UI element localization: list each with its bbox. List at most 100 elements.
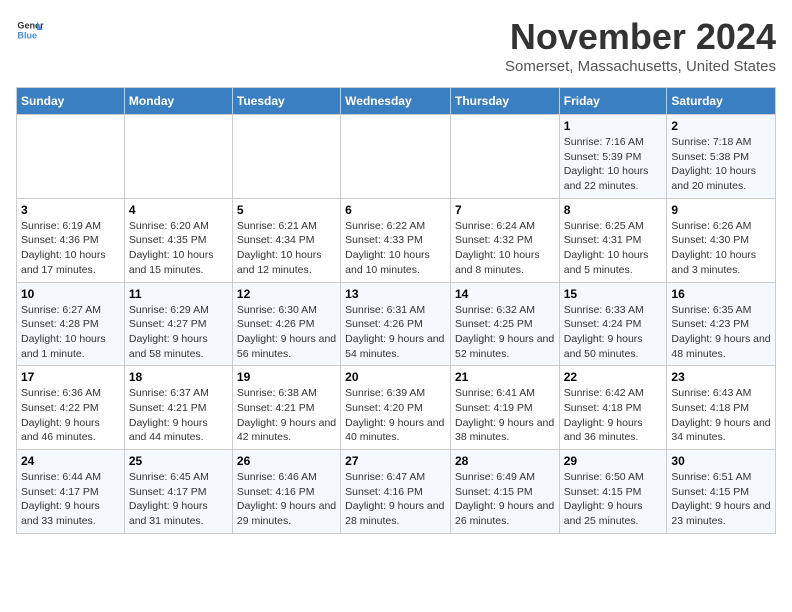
- day-info: Sunrise: 6:26 AM Sunset: 4:30 PM Dayligh…: [671, 219, 771, 278]
- day-info: Sunrise: 6:45 AM Sunset: 4:17 PM Dayligh…: [129, 470, 228, 529]
- table-row: 28 Sunrise: 6:49 AM Sunset: 4:15 PM Dayli…: [450, 450, 559, 534]
- day-number: 15: [564, 287, 663, 301]
- day-number: 28: [455, 454, 555, 468]
- table-row: 23 Sunrise: 6:43 AM Sunset: 4:18 PM Dayli…: [667, 366, 776, 450]
- table-row: [450, 115, 559, 199]
- day-number: 22: [564, 370, 663, 384]
- day-info: Sunrise: 6:36 AM Sunset: 4:22 PM Dayligh…: [21, 386, 120, 445]
- day-info: Sunrise: 6:49 AM Sunset: 4:15 PM Dayligh…: [455, 470, 555, 529]
- calendar-week-row: 17 Sunrise: 6:36 AM Sunset: 4:22 PM Dayli…: [17, 366, 776, 450]
- logo: General Blue: [16, 16, 44, 44]
- day-number: 3: [21, 203, 120, 217]
- day-number: 19: [237, 370, 336, 384]
- day-number: 29: [564, 454, 663, 468]
- day-number: 16: [671, 287, 771, 301]
- calendar-week-row: 3Sunrise: 6:19 AM Sunset: 4:36 PM Daylig…: [17, 198, 776, 282]
- table-row: 9 Sunrise: 6:26 AM Sunset: 4:30 PM Daylig…: [667, 198, 776, 282]
- day-info: Sunrise: 6:42 AM Sunset: 4:18 PM Dayligh…: [564, 386, 663, 445]
- day-number: 10: [21, 287, 120, 301]
- day-number: 23: [671, 370, 771, 384]
- header-wednesday: Wednesday: [341, 88, 451, 115]
- day-info: Sunrise: 6:44 AM Sunset: 4:17 PM Dayligh…: [21, 470, 120, 529]
- day-number: 7: [455, 203, 555, 217]
- day-number: 25: [129, 454, 228, 468]
- table-row: [124, 115, 232, 199]
- day-info: Sunrise: 6:20 AM Sunset: 4:35 PM Dayligh…: [129, 219, 228, 278]
- table-row: 30Sunrise: 6:51 AM Sunset: 4:15 PM Dayli…: [667, 450, 776, 534]
- location-subtitle: Somerset, Massachusetts, United States: [505, 58, 776, 75]
- logo-icon: General Blue: [16, 16, 44, 44]
- day-info: Sunrise: 6:51 AM Sunset: 4:15 PM Dayligh…: [671, 470, 771, 529]
- table-row: 4 Sunrise: 6:20 AM Sunset: 4:35 PM Daylig…: [124, 198, 232, 282]
- calendar-week-row: 1 Sunrise: 7:16 AM Sunset: 5:39 PM Daylig…: [17, 115, 776, 199]
- svg-text:Blue: Blue: [17, 30, 37, 40]
- day-info: Sunrise: 6:31 AM Sunset: 4:26 PM Dayligh…: [345, 303, 446, 362]
- day-number: 18: [129, 370, 228, 384]
- title-section: November 2024 Somerset, Massachusetts, U…: [505, 16, 776, 75]
- table-row: 16 Sunrise: 6:35 AM Sunset: 4:23 PM Dayli…: [667, 282, 776, 366]
- day-number: 5: [237, 203, 336, 217]
- table-row: 10 Sunrise: 6:27 AM Sunset: 4:28 PM Dayli…: [17, 282, 125, 366]
- calendar-week-row: 24 Sunrise: 6:44 AM Sunset: 4:17 PM Dayli…: [17, 450, 776, 534]
- month-title: November 2024: [505, 16, 776, 58]
- table-row: 2Sunrise: 7:18 AM Sunset: 5:38 PM Daylig…: [667, 115, 776, 199]
- day-info: Sunrise: 6:27 AM Sunset: 4:28 PM Dayligh…: [21, 303, 120, 362]
- day-number: 13: [345, 287, 446, 301]
- day-info: Sunrise: 6:39 AM Sunset: 4:20 PM Dayligh…: [345, 386, 446, 445]
- table-row: 5 Sunrise: 6:21 AM Sunset: 4:34 PM Daylig…: [232, 198, 340, 282]
- day-info: Sunrise: 7:16 AM Sunset: 5:39 PM Dayligh…: [564, 135, 663, 194]
- day-info: Sunrise: 6:50 AM Sunset: 4:15 PM Dayligh…: [564, 470, 663, 529]
- day-number: 11: [129, 287, 228, 301]
- day-info: Sunrise: 6:38 AM Sunset: 4:21 PM Dayligh…: [237, 386, 336, 445]
- header-saturday: Saturday: [667, 88, 776, 115]
- day-info: Sunrise: 6:25 AM Sunset: 4:31 PM Dayligh…: [564, 219, 663, 278]
- day-number: 27: [345, 454, 446, 468]
- day-info: Sunrise: 6:30 AM Sunset: 4:26 PM Dayligh…: [237, 303, 336, 362]
- day-info: Sunrise: 6:32 AM Sunset: 4:25 PM Dayligh…: [455, 303, 555, 362]
- day-info: Sunrise: 6:37 AM Sunset: 4:21 PM Dayligh…: [129, 386, 228, 445]
- day-number: 12: [237, 287, 336, 301]
- table-row: 27 Sunrise: 6:47 AM Sunset: 4:16 PM Dayli…: [341, 450, 451, 534]
- page-header: General Blue November 2024 Somerset, Mas…: [16, 16, 776, 75]
- table-row: [341, 115, 451, 199]
- day-number: 21: [455, 370, 555, 384]
- table-row: 18 Sunrise: 6:37 AM Sunset: 4:21 PM Dayli…: [124, 366, 232, 450]
- header-sunday: Sunday: [17, 88, 125, 115]
- table-row: 6Sunrise: 6:22 AM Sunset: 4:33 PM Daylig…: [341, 198, 451, 282]
- day-number: 17: [21, 370, 120, 384]
- day-number: 8: [564, 203, 663, 217]
- day-info: Sunrise: 6:33 AM Sunset: 4:24 PM Dayligh…: [564, 303, 663, 362]
- header-monday: Monday: [124, 88, 232, 115]
- day-number: 1: [564, 119, 663, 133]
- day-info: Sunrise: 6:35 AM Sunset: 4:23 PM Dayligh…: [671, 303, 771, 362]
- table-row: 20 Sunrise: 6:39 AM Sunset: 4:20 PM Dayli…: [341, 366, 451, 450]
- day-info: Sunrise: 6:21 AM Sunset: 4:34 PM Dayligh…: [237, 219, 336, 278]
- day-number: 26: [237, 454, 336, 468]
- day-info: Sunrise: 6:29 AM Sunset: 4:27 PM Dayligh…: [129, 303, 228, 362]
- table-row: 17 Sunrise: 6:36 AM Sunset: 4:22 PM Dayli…: [17, 366, 125, 450]
- day-info: Sunrise: 6:46 AM Sunset: 4:16 PM Dayligh…: [237, 470, 336, 529]
- table-row: 13 Sunrise: 6:31 AM Sunset: 4:26 PM Dayli…: [341, 282, 451, 366]
- table-row: 1 Sunrise: 7:16 AM Sunset: 5:39 PM Daylig…: [559, 115, 667, 199]
- day-number: 6: [345, 203, 446, 217]
- table-row: 3Sunrise: 6:19 AM Sunset: 4:36 PM Daylig…: [17, 198, 125, 282]
- table-row: 15 Sunrise: 6:33 AM Sunset: 4:24 PM Dayli…: [559, 282, 667, 366]
- day-number: 4: [129, 203, 228, 217]
- calendar-week-row: 10 Sunrise: 6:27 AM Sunset: 4:28 PM Dayli…: [17, 282, 776, 366]
- day-number: 20: [345, 370, 446, 384]
- day-info: Sunrise: 6:24 AM Sunset: 4:32 PM Dayligh…: [455, 219, 555, 278]
- table-row: 22 Sunrise: 6:42 AM Sunset: 4:18 PM Dayli…: [559, 366, 667, 450]
- table-row: 14Sunrise: 6:32 AM Sunset: 4:25 PM Dayli…: [450, 282, 559, 366]
- table-row: 8 Sunrise: 6:25 AM Sunset: 4:31 PM Daylig…: [559, 198, 667, 282]
- table-row: 24 Sunrise: 6:44 AM Sunset: 4:17 PM Dayli…: [17, 450, 125, 534]
- day-info: Sunrise: 6:47 AM Sunset: 4:16 PM Dayligh…: [345, 470, 446, 529]
- header-tuesday: Tuesday: [232, 88, 340, 115]
- day-info: Sunrise: 6:43 AM Sunset: 4:18 PM Dayligh…: [671, 386, 771, 445]
- day-info: Sunrise: 6:41 AM Sunset: 4:19 PM Dayligh…: [455, 386, 555, 445]
- table-row: 19 Sunrise: 6:38 AM Sunset: 4:21 PM Dayli…: [232, 366, 340, 450]
- day-number: 24: [21, 454, 120, 468]
- day-number: 9: [671, 203, 771, 217]
- table-row: 11 Sunrise: 6:29 AM Sunset: 4:27 PM Dayli…: [124, 282, 232, 366]
- table-row: 12 Sunrise: 6:30 AM Sunset: 4:26 PM Dayli…: [232, 282, 340, 366]
- day-number: 2: [671, 119, 771, 133]
